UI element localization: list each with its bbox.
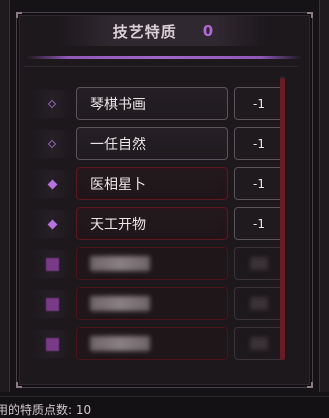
trait-name: 天工开物 bbox=[90, 216, 146, 233]
trait-name-button[interactable]: 医相星卜 bbox=[76, 167, 228, 200]
hollow-diamond-icon bbox=[47, 139, 57, 149]
trait-icon-slot bbox=[32, 210, 72, 238]
scrollbar-thumb[interactable] bbox=[280, 78, 285, 360]
filled-diamond-icon bbox=[47, 179, 57, 189]
locked-square-icon bbox=[45, 337, 59, 351]
trait-name-button[interactable] bbox=[76, 287, 228, 320]
trait-row[interactable]: 天工开物 -1 bbox=[24, 207, 298, 241]
trait-icon-slot bbox=[32, 130, 72, 158]
trait-cost-badge: -1 bbox=[234, 87, 284, 120]
trait-row[interactable]: 琴棋书画 -1 bbox=[24, 87, 298, 121]
background-panel-right bbox=[319, 0, 329, 392]
footer-bar: 用的特质点数: 10 bbox=[0, 396, 329, 418]
trait-icon-slot bbox=[32, 290, 72, 318]
background-panel-left bbox=[0, 0, 10, 392]
trait-row[interactable]: 医相星卜 -1 bbox=[24, 167, 298, 201]
obscured-trait-name bbox=[90, 256, 150, 271]
trait-cost: -1 bbox=[253, 136, 265, 151]
trait-row-locked[interactable] bbox=[24, 287, 298, 321]
trait-cost-badge: -1 bbox=[234, 127, 284, 160]
panel-title: 技艺特质 bbox=[112, 22, 177, 41]
locked-square-icon bbox=[45, 297, 59, 311]
obscured-trait-cost bbox=[250, 337, 268, 350]
trait-list: 琴棋书画 -1 一任自然 -1 医相星卜 -1 天工开物 -1 bbox=[24, 66, 298, 366]
trait-row-locked[interactable] bbox=[24, 327, 298, 361]
trait-row-locked[interactable] bbox=[24, 247, 298, 281]
trait-cost: -1 bbox=[253, 176, 265, 191]
corner-ornament bbox=[16, 382, 22, 388]
trait-icon-slot bbox=[32, 170, 72, 198]
trait-name: 医相星卜 bbox=[90, 176, 146, 193]
trait-cost: -1 bbox=[253, 216, 265, 231]
trait-name: 一任自然 bbox=[90, 136, 146, 153]
hollow-diamond-icon bbox=[47, 99, 57, 109]
trait-name: 琴棋书画 bbox=[90, 96, 146, 113]
trait-cost-badge: -1 bbox=[234, 207, 284, 240]
trait-points-value: 0 bbox=[202, 22, 214, 40]
game-screen: 技艺特质 0 琴棋书画 -1 一任自然 -1 医相星卜 -1 天工开物 -1 用… bbox=[0, 0, 329, 418]
corner-ornament bbox=[307, 382, 313, 388]
trait-name-button[interactable]: 一任自然 bbox=[76, 127, 228, 160]
trait-icon-slot bbox=[32, 330, 72, 358]
trait-name-button[interactable] bbox=[76, 247, 228, 280]
filled-diamond-icon bbox=[47, 219, 57, 229]
obscured-trait-name bbox=[90, 336, 150, 351]
trait-name-button[interactable]: 天工开物 bbox=[76, 207, 228, 240]
corner-ornament bbox=[16, 12, 22, 18]
trait-name-button[interactable] bbox=[76, 327, 228, 360]
trait-cost-badge bbox=[234, 287, 284, 320]
trait-row[interactable]: 一任自然 -1 bbox=[24, 127, 298, 161]
obscured-trait-cost bbox=[250, 257, 268, 270]
corner-ornament bbox=[307, 12, 313, 18]
obscured-trait-name bbox=[90, 296, 150, 311]
trait-cost-badge bbox=[234, 327, 284, 360]
trait-name-button[interactable]: 琴棋书画 bbox=[76, 87, 228, 120]
trait-icon-slot bbox=[32, 250, 72, 278]
obscured-trait-cost bbox=[250, 297, 268, 310]
used-trait-points-text: 用的特质点数: 10 bbox=[0, 403, 92, 417]
locked-square-icon bbox=[45, 257, 59, 271]
trait-cost-badge bbox=[234, 247, 284, 280]
header-divider bbox=[26, 56, 302, 59]
panel-header: 技艺特质 0 bbox=[58, 16, 268, 46]
trait-cost-badge: -1 bbox=[234, 167, 284, 200]
trait-icon-slot bbox=[32, 90, 72, 118]
trait-cost: -1 bbox=[253, 96, 265, 111]
